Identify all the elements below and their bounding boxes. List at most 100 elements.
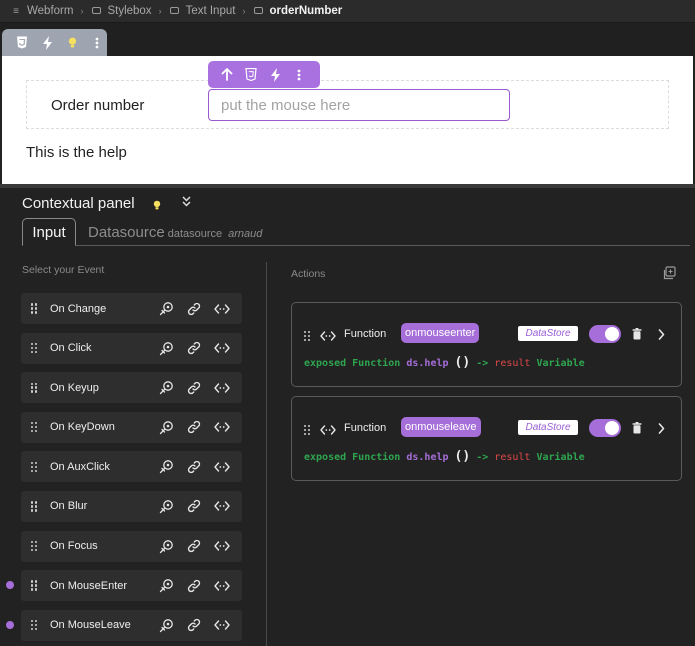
antenna-icon[interactable] (158, 301, 174, 317)
antenna-icon[interactable] (158, 538, 174, 554)
code-icon[interactable] (214, 419, 230, 435)
link-icon[interactable] (186, 578, 202, 594)
event-item[interactable]: On Keyup (21, 372, 242, 404)
link-icon[interactable] (186, 459, 202, 475)
action-card[interactable]: Function onmouseleave DataStore exposed Fun… (291, 396, 682, 481)
link-icon[interactable] (186, 380, 202, 396)
drag-handle-icon[interactable] (31, 382, 39, 393)
code-icon[interactable] (214, 538, 230, 554)
breadcrumb-item-ordernumber[interactable]: orderNumber (252, 5, 342, 17)
collapse-chevron-icon[interactable] (182, 196, 191, 208)
code-icon[interactable] (214, 340, 230, 356)
tab-sublabel: datasource (167, 228, 223, 240)
event-item[interactable]: On Focus (21, 530, 242, 562)
code-exposed: exposed Function (304, 452, 401, 463)
chevron-right-icon: › (158, 6, 162, 16)
code-icon[interactable] (214, 301, 230, 317)
breadcrumb-label: orderNumber (269, 5, 343, 17)
link-icon[interactable] (186, 617, 202, 633)
code-parens: () (454, 449, 471, 464)
drag-handle-icon[interactable] (304, 425, 312, 436)
trash-icon[interactable] (632, 327, 642, 345)
code-icon[interactable] (214, 380, 230, 396)
trash-icon[interactable] (632, 421, 642, 439)
breadcrumb-item-text-input[interactable]: Text Input (169, 5, 236, 17)
event-item[interactable]: On Change (21, 293, 242, 324)
drag-handle-icon[interactable] (31, 620, 39, 631)
antenna-icon[interactable] (158, 459, 174, 475)
event-item[interactable]: On Click (21, 332, 242, 364)
lightning-icon[interactable] (40, 35, 54, 50)
text-input-icon (169, 6, 181, 17)
bulb-icon[interactable] (153, 198, 161, 216)
code-icon[interactable] (214, 498, 230, 514)
select-event-label: Select your Event (22, 264, 105, 276)
event-item[interactable]: On KeyDown (21, 411, 242, 443)
stylebox-icon (90, 6, 102, 17)
stylebox[interactable]: Order number put the mouse here (26, 80, 669, 129)
action-card[interactable]: Function onmouseenter DataStore exposed Fun… (291, 302, 682, 387)
chevron-right-icon[interactable] (658, 421, 665, 439)
code-variable: Variable (536, 452, 585, 463)
actions-label: Actions (291, 268, 326, 280)
event-label: On AuxClick (50, 460, 110, 473)
drag-handle-icon[interactable] (31, 422, 39, 433)
drag-handle-icon[interactable] (31, 580, 39, 591)
drag-handle-icon[interactable] (31, 342, 39, 354)
css-icon[interactable] (244, 68, 258, 82)
antenna-icon[interactable] (158, 578, 174, 594)
column-divider (266, 262, 267, 646)
code-icon[interactable] (214, 578, 230, 594)
copy-icon[interactable] (662, 266, 676, 285)
drag-handle-icon[interactable] (31, 540, 39, 552)
enable-toggle[interactable] (589, 419, 621, 437)
code-icon[interactable] (214, 617, 230, 633)
event-item[interactable]: On MouseEnter (6, 570, 242, 602)
datastore-tag[interactable]: DataStore (518, 420, 578, 435)
link-icon[interactable] (186, 340, 202, 356)
breadcrumb: ≡ Webform › Stylebox › Text Input › orde… (0, 0, 695, 23)
event-item[interactable]: On AuxClick (21, 451, 242, 483)
drag-handle-icon[interactable] (31, 501, 39, 512)
lightning-icon[interactable] (268, 67, 282, 82)
antenna-icon[interactable] (158, 617, 174, 633)
antenna-icon[interactable] (158, 340, 174, 356)
drag-handle-icon[interactable] (31, 461, 39, 473)
order-number-input[interactable]: put the mouse here (208, 89, 510, 121)
breadcrumb-item-webform[interactable]: ≡ Webform (10, 5, 73, 17)
chevron-right-icon[interactable] (658, 327, 665, 345)
tab-input[interactable]: Input (22, 218, 76, 246)
antenna-icon[interactable] (158, 380, 174, 396)
datastore-tag[interactable]: DataStore (518, 326, 578, 341)
function-name-badge[interactable]: onmouseleave (401, 417, 481, 437)
bulb-icon[interactable] (65, 36, 79, 50)
function-name-badge[interactable]: onmouseenter (401, 323, 480, 343)
more-vertical-icon[interactable] (292, 68, 306, 82)
antenna-icon[interactable] (158, 419, 174, 435)
code-exposed: exposed Function (304, 358, 401, 369)
drag-handle-icon[interactable] (304, 331, 312, 342)
code-icon (320, 423, 336, 441)
code-arrow: -> (476, 358, 489, 369)
drag-handle-icon[interactable] (31, 303, 39, 314)
event-item[interactable]: On MouseLeave (6, 609, 242, 641)
event-item[interactable]: On Blur (21, 490, 242, 522)
code-function-name: ds.help (406, 358, 449, 369)
antenna-icon[interactable] (158, 498, 174, 514)
tab-user: arnaud (228, 228, 263, 240)
arrow-up-icon[interactable] (220, 68, 234, 82)
link-icon[interactable] (186, 419, 202, 435)
link-icon[interactable] (186, 498, 202, 514)
code-icon[interactable] (214, 459, 230, 475)
code-arrow: -> (476, 452, 489, 463)
breadcrumb-item-stylebox[interactable]: Stylebox (90, 5, 152, 17)
tab-datasource[interactable]: Datasource datasource arnaud (88, 224, 262, 241)
link-icon[interactable] (186, 538, 202, 554)
link-icon[interactable] (186, 301, 202, 317)
css-icon[interactable] (15, 36, 29, 50)
breadcrumb-label: Text Input (185, 5, 236, 17)
code-result: result (494, 358, 531, 369)
panel-title: Contextual panel (22, 195, 135, 212)
more-vertical-icon[interactable] (90, 36, 104, 50)
enable-toggle[interactable] (589, 325, 621, 343)
